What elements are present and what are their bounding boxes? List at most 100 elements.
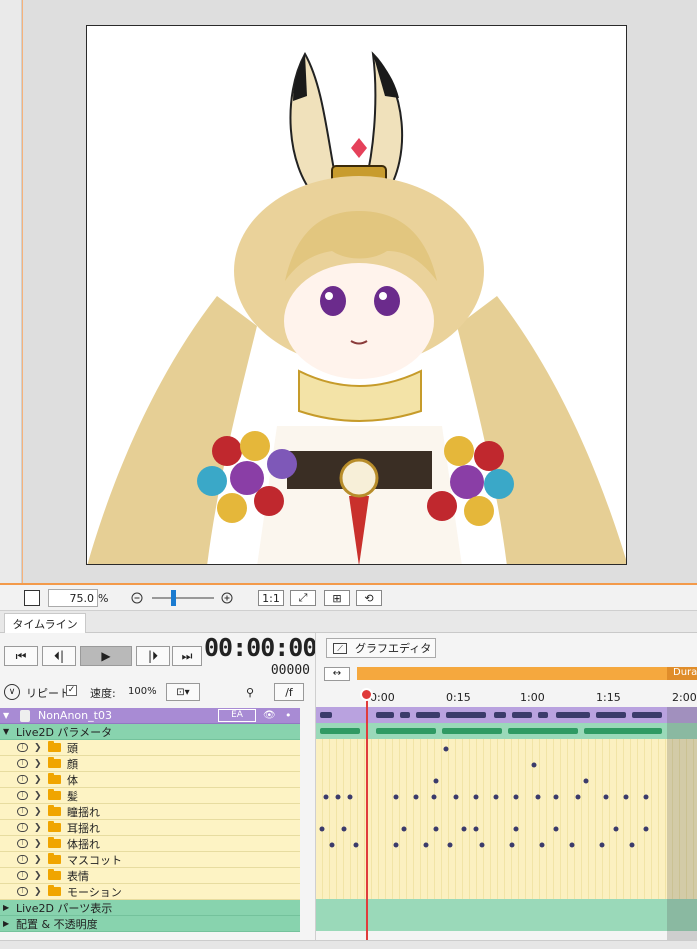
toggle-icon[interactable]: ⦚ [17, 807, 28, 816]
param-row[interactable]: ⦚ ❯ 瞳揺れ [0, 804, 300, 820]
chevron-right-icon[interactable]: ❯ [34, 743, 44, 753]
graph-editor-button[interactable]: ⟋ グラフエディタ [326, 638, 436, 658]
keyframe-area[interactable] [316, 707, 697, 949]
playhead-handle[interactable] [360, 688, 373, 701]
param-label: 耳揺れ [67, 821, 100, 835]
group-layout[interactable]: ▶ 配置 & 不透明度 [0, 916, 300, 932]
timeline-topbar: ⟋ グラフエディタ [316, 633, 697, 665]
speed-value: 100% [128, 686, 157, 697]
param-row[interactable]: ⦚ ❯ 髪 [0, 788, 300, 804]
viewport-left-strip [0, 0, 22, 585]
repeat-label: リピート [26, 687, 70, 700]
ruler-tick: 1:15 [596, 691, 621, 704]
pin-icon[interactable]: ⚲ [240, 683, 260, 701]
param-label: 顔 [67, 757, 78, 771]
ruler-tick: 0:15 [446, 691, 471, 704]
param-row[interactable]: ⦚ ❯ 耳揺れ [0, 820, 300, 836]
toggle-icon[interactable]: ⦚ [17, 887, 28, 896]
folder-icon [48, 869, 61, 880]
reset-view-icon[interactable]: ⟲ [356, 590, 382, 606]
param-row[interactable]: ⦚ ❯ 頭 [0, 740, 300, 756]
play-icon[interactable]: ▶ [80, 646, 132, 666]
param-row[interactable]: ⦚ ❯ 体 [0, 772, 300, 788]
param-row[interactable]: ⦚ ❯ 表情 [0, 868, 300, 884]
step-back-icon[interactable]: ⏴| [42, 646, 76, 666]
chevron-right-icon[interactable]: ❯ [34, 855, 44, 865]
chevron-right-icon[interactable]: ❯ [34, 791, 44, 801]
frame-toggle-icon[interactable] [24, 590, 40, 606]
graph-icon: ⟋ [333, 642, 347, 654]
expand-triangle-icon[interactable]: ▶ [3, 903, 13, 912]
collapse-icon[interactable]: ∨ [4, 684, 20, 700]
toggle-icon[interactable]: ⦚ [17, 775, 28, 784]
param-row[interactable]: ⦚ ❯ 顔 [0, 756, 300, 772]
skip-start-icon[interactable]: ⏮ [4, 646, 38, 666]
playhead-line[interactable] [366, 690, 368, 949]
chevron-right-icon[interactable]: ❯ [34, 759, 44, 769]
param-label: モーション [67, 885, 122, 899]
chevron-right-icon[interactable]: ❯ [34, 887, 44, 897]
expand-triangle-icon[interactable]: ▼ [3, 711, 13, 720]
zoom-slider-track[interactable] [152, 597, 214, 599]
param-row[interactable]: ⦚ ❯ 体揺れ [0, 836, 300, 852]
group-params[interactable]: ▼ Live2D パラメータ [0, 724, 300, 740]
folder-icon [48, 885, 61, 896]
expand-triangle-icon[interactable]: ▼ [3, 727, 13, 736]
fit-range-icon[interactable]: ↔ [324, 667, 350, 681]
canvas-viewport[interactable] [0, 0, 697, 585]
play-range-bar[interactable] [357, 667, 667, 680]
actual-size-button[interactable]: 1:1 [258, 590, 284, 606]
zoom-input[interactable]: 75.0 [48, 589, 98, 607]
folder-icon [48, 789, 61, 800]
folder-icon [48, 853, 61, 864]
chevron-right-icon[interactable]: ❯ [34, 807, 44, 817]
chevron-right-icon[interactable]: ❯ [34, 823, 44, 833]
keyframe-markers [319, 712, 662, 848]
group-parts[interactable]: ▶ Live2D パーツ表示 [0, 900, 300, 916]
timeline-tabbar: タイムライン [0, 611, 697, 634]
skip-end-icon[interactable]: ⏭ [172, 646, 202, 666]
chevron-right-icon[interactable]: ❯ [34, 839, 44, 849]
graph-editor-label: グラフエディタ [355, 642, 432, 655]
model-canvas[interactable] [86, 25, 627, 565]
model-icon [20, 709, 30, 722]
param-label: 体 [67, 773, 78, 787]
chevron-right-icon[interactable]: ❯ [34, 775, 44, 785]
grid-icon[interactable]: ⊞ [324, 590, 350, 606]
zoom-slider-knob[interactable] [171, 590, 176, 606]
param-label: 瞳揺れ [67, 805, 100, 819]
speed-label: 速度: [90, 687, 116, 700]
ruler-tick: 0:00 [370, 691, 395, 704]
toggle-icon[interactable]: ⦚ [17, 839, 28, 848]
param-label: 頭 [67, 741, 78, 755]
toggle-icon[interactable]: ⦚ [17, 823, 28, 832]
duration-marker[interactable]: Dura [667, 667, 697, 680]
timeline-scrollbar[interactable] [0, 940, 697, 949]
model-row[interactable]: ▼ NonAnon_t03 EA 👁 • [0, 708, 300, 724]
eye-icon[interactable]: 👁 [263, 710, 276, 721]
chevron-right-icon[interactable]: ❯ [34, 871, 44, 881]
param-row[interactable]: ⦚ ❯ モーション [0, 884, 300, 900]
time-ruler[interactable]: 0:00 0:15 1:00 1:15 2:00 [316, 687, 697, 707]
folder-icon [48, 757, 61, 768]
zoom-in-icon[interactable] [220, 590, 234, 606]
model-name: NonAnon_t03 [38, 709, 112, 722]
param-row[interactable]: ⦚ ❯ マスコット [0, 852, 300, 868]
ruler-tick: 2:00 [672, 691, 697, 704]
toggle-icon[interactable]: ⦚ [17, 759, 28, 768]
fit-icon[interactable]: ⤢ [290, 590, 316, 606]
toggle-icon[interactable]: ⦚ [17, 871, 28, 880]
toggle-icon[interactable]: ⦚ [17, 855, 28, 864]
loop-mode-dropdown[interactable]: ⊡▾ [166, 683, 200, 701]
viewport-guide-line [22, 0, 23, 585]
toggle-icon[interactable]: ⦚ [17, 791, 28, 800]
zoom-out-icon[interactable] [130, 590, 144, 606]
expand-triangle-icon[interactable]: ▶ [3, 919, 13, 928]
toggle-icon[interactable]: ⦚ [17, 743, 28, 752]
param-label: 表情 [67, 869, 89, 883]
character-illustration [87, 51, 626, 564]
frame-unit-button[interactable]: /f [274, 683, 304, 701]
repeat-checkbox[interactable]: ✓ [66, 685, 77, 696]
tab-timeline[interactable]: タイムライン [4, 613, 86, 634]
step-forward-icon[interactable]: |⏵ [136, 646, 170, 666]
